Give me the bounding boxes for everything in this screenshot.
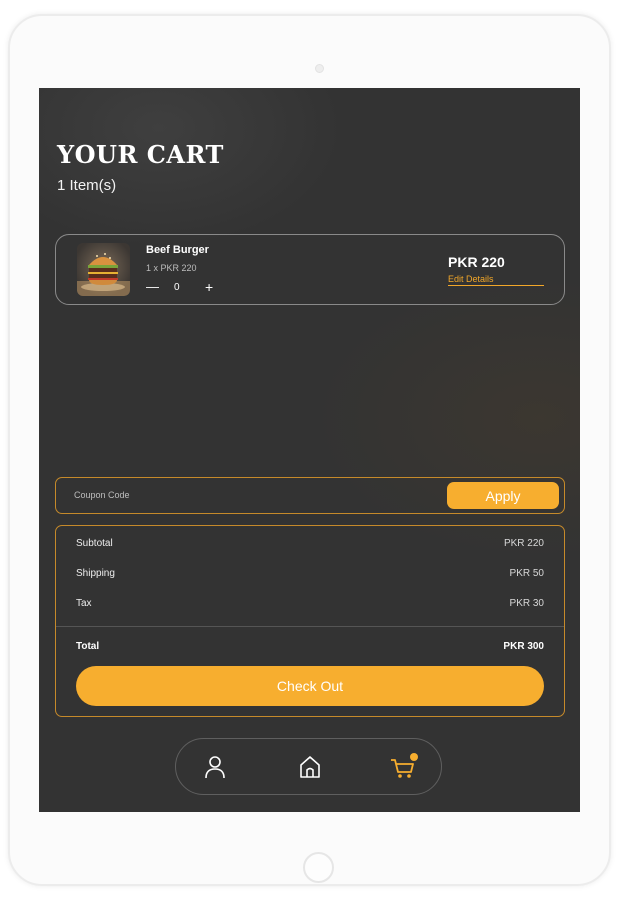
tax-value: PKR 30 [509,598,544,609]
item-price: PKR 220 [448,254,505,270]
subtotal-value: PKR 220 [503,538,544,549]
coupon-code-input[interactable] [74,487,414,503]
subtotal-label: Subtotal [76,538,113,549]
tax-label: Tax [76,598,92,609]
order-summary: Subtotal PKR 220 Shipping PKR 50 Tax PKR… [55,525,565,717]
decrease-quantity-button[interactable]: — [146,279,159,294]
nav-profile[interactable] [201,753,229,781]
quantity-value: 0 [174,282,180,293]
increase-quantity-button[interactable]: + [205,279,213,295]
bottom-nav [175,738,442,795]
item-count: 1 Item(s) [57,177,117,194]
nav-cart[interactable] [389,753,418,781]
coupon-section: Apply [55,477,565,514]
shipping-value: PKR 50 [509,568,544,579]
item-unit-price: 1 x PKR 220 [146,263,197,273]
shipping-label: Shipping [76,568,115,579]
summary-divider [56,626,564,627]
item-name: Beef Burger [146,244,209,256]
page-title: YOUR CART [57,140,224,169]
device-home-button[interactable] [303,852,334,883]
home-icon [300,756,320,778]
cart-badge [410,753,418,761]
total-label: Total [76,641,100,652]
total-value: PKR 300 [503,641,544,652]
camera-dot [315,64,324,73]
burger-image [77,243,130,296]
edit-details-link[interactable]: Edit Details [448,274,544,286]
profile-icon [205,756,225,779]
apply-coupon-button[interactable]: Apply [447,482,559,509]
nav-home[interactable] [296,753,324,781]
cart-item: Beef Burger 1 x PKR 220 — 0 + PKR 220 Ed… [55,234,565,305]
cart-screen: YOUR CART 1 Item(s) Beef Burger 1 x PKR … [39,88,580,812]
checkout-button[interactable]: Check Out [76,666,544,706]
